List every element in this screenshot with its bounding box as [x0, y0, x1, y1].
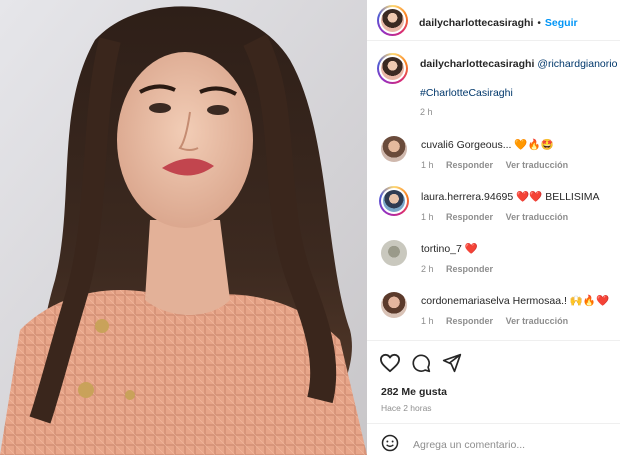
- comment-item: cuvali6 Gorgeous... 🧡🔥🤩 1 h Responder Ve…: [379, 134, 620, 178]
- comment-item: tortino_7 ❤️ 2 h Responder: [379, 238, 620, 282]
- post-actions: 282 Me gusta Hace 2 horas Agrega un come…: [367, 340, 620, 455]
- likes-count[interactable]: 282 Me gusta: [381, 386, 447, 398]
- reply-button[interactable]: Responder: [446, 160, 493, 170]
- portrait-image: [0, 0, 367, 455]
- caption-mention[interactable]: @richardgianorio: [537, 58, 617, 70]
- emoji-icon[interactable]: [381, 434, 399, 452]
- comment-body: Gorgeous...: [456, 139, 512, 151]
- comment-meta: 1 h Responder Ver traducción: [421, 212, 578, 222]
- comment-meta: 1 h Responder Ver traducción: [421, 316, 578, 326]
- post-photo[interactable]: [0, 0, 367, 455]
- translate-button[interactable]: Ver traducción: [506, 316, 569, 326]
- reply-button[interactable]: Responder: [446, 316, 493, 326]
- comment-time: 1 h: [421, 212, 434, 222]
- comment-emoji: ❤️❤️: [516, 191, 543, 203]
- reply-button[interactable]: Responder: [446, 264, 493, 274]
- post-time: Hace 2 horas: [381, 403, 432, 413]
- comment-username[interactable]: cordonemariaselva: [421, 295, 510, 307]
- comment-emoji: 🙌🔥❤️: [569, 295, 610, 307]
- translate-button[interactable]: Ver traducción: [506, 160, 569, 170]
- comment-item: cordonemariaselva Hermosaa.! 🙌🔥❤️ 1 h Re…: [379, 290, 620, 334]
- author-username[interactable]: dailycharlottecasiraghi: [419, 17, 533, 29]
- comment-meta: 1 h Responder Ver traducción: [421, 160, 578, 170]
- heart-icon[interactable]: [379, 353, 401, 373]
- comment-body: Hermosaa.!: [512, 295, 567, 307]
- caption-time: 2 h: [420, 107, 433, 117]
- comment-avatar[interactable]: [379, 186, 409, 216]
- author-avatar[interactable]: [377, 5, 408, 36]
- comment-body: BELLISIMA: [545, 191, 600, 203]
- caption-hashtag[interactable]: #CharlotteCasiraghi: [420, 87, 513, 99]
- comment-text: tortino_7 ❤️: [421, 242, 478, 255]
- comment-avatar[interactable]: [381, 136, 407, 162]
- comment-item: laura.herrera.94695 ❤️❤️ BELLISIMA 1 h R…: [379, 186, 620, 230]
- comment-emoji: 🧡🔥🤩: [514, 139, 554, 151]
- follow-button[interactable]: Seguir: [545, 17, 578, 29]
- comment-username[interactable]: laura.herrera.94695: [421, 191, 513, 203]
- comment-avatar[interactable]: [381, 292, 407, 318]
- separator-dot: •: [537, 18, 541, 29]
- share-icon[interactable]: [442, 353, 462, 373]
- caption-avatar[interactable]: [377, 53, 408, 84]
- comment-time: 1 h: [421, 160, 434, 170]
- comment-input[interactable]: Agrega un comentario...: [413, 439, 525, 451]
- post-header: dailycharlottecasiraghi • Seguir: [367, 0, 620, 41]
- caption-line: dailycharlottecasiraghi @richardgianorio: [420, 58, 617, 70]
- comment-username[interactable]: cuvali6: [421, 139, 454, 151]
- comment-icon[interactable]: [411, 353, 431, 373]
- comment-meta: 2 h Responder: [421, 264, 503, 274]
- comment-text: laura.herrera.94695 ❤️❤️ BELLISIMA: [421, 190, 600, 203]
- translate-button[interactable]: Ver traducción: [506, 212, 569, 222]
- comment-emoji: ❤️: [464, 243, 478, 255]
- comment-text: cuvali6 Gorgeous... 🧡🔥🤩: [421, 138, 554, 151]
- comment-username[interactable]: tortino_7: [421, 243, 462, 255]
- comment-avatar[interactable]: [381, 240, 407, 266]
- post-side-panel: dailycharlottecasiraghi • Seguir dailychar…: [367, 0, 620, 455]
- reply-button[interactable]: Responder: [446, 212, 493, 222]
- comment-text: cordonemariaselva Hermosaa.! 🙌🔥❤️: [421, 294, 609, 307]
- add-comment-bar: Agrega un comentario...: [367, 423, 620, 455]
- comment-time: 1 h: [421, 316, 434, 326]
- comment-time: 2 h: [421, 264, 434, 274]
- caption-username[interactable]: dailycharlottecasiraghi: [420, 58, 534, 70]
